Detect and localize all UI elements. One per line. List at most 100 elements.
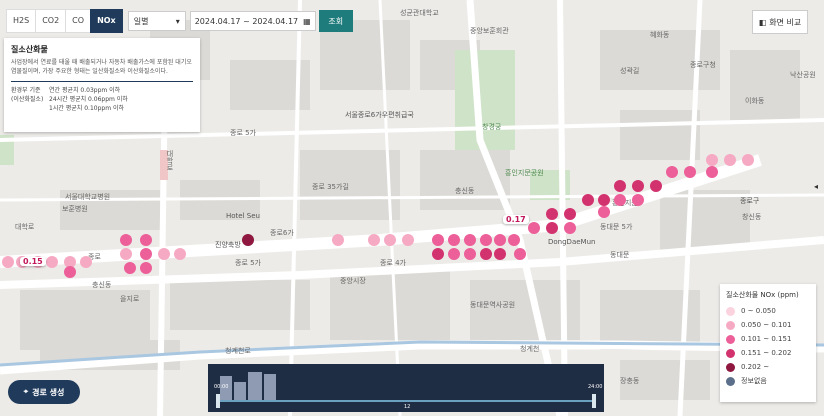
measurement-point[interactable]: [514, 248, 526, 260]
map-label: 청계천: [520, 345, 540, 353]
measurement-point[interactable]: [706, 154, 718, 166]
legend-item: 0.202 ~: [726, 360, 810, 374]
compare-screen-button[interactable]: ◧ 화면 비교: [752, 10, 808, 34]
measurement-point[interactable]: [402, 234, 414, 246]
measurement-point[interactable]: [598, 206, 610, 218]
calendar-icon: ▦: [303, 16, 311, 26]
legend-item: 0.151 ~ 0.202: [726, 346, 810, 360]
measurement-point[interactable]: [546, 208, 558, 220]
period-select[interactable]: 일별 ▾: [127, 11, 186, 31]
measurement-point[interactable]: [64, 266, 76, 278]
legend-label: 0.101 ~ 0.151: [741, 335, 792, 343]
standard-row: 환경부 기준 연간 평균치 0.03ppm 이하: [11, 87, 121, 94]
period-select-value: 일별: [133, 16, 149, 26]
map-label: 성곽길: [620, 67, 640, 75]
route-create-button[interactable]: ⌖ 경로 생성: [8, 380, 80, 404]
legend-label: 0 ~ 0.050: [741, 307, 776, 315]
map-label: 종로6가: [270, 229, 294, 237]
measurement-point[interactable]: [46, 256, 58, 268]
timeline-start: 00:00: [214, 384, 229, 390]
legend-item: 0 ~ 0.050: [726, 304, 810, 318]
measurement-point[interactable]: [174, 248, 186, 260]
measurement-point[interactable]: [546, 222, 558, 234]
measurement-point[interactable]: [332, 234, 344, 246]
timeline-bar: [248, 372, 262, 402]
measurement-point[interactable]: [368, 234, 380, 246]
tab-h2s[interactable]: H2S: [6, 9, 37, 33]
legend-label: 정보없음: [741, 377, 767, 385]
measurement-point[interactable]: [2, 256, 14, 268]
measurement-point[interactable]: [564, 208, 576, 220]
standard-row: (이산화질소) 24시간 평균치 0.06ppm 이하: [11, 96, 128, 103]
measurement-point[interactable]: [666, 166, 678, 178]
measurement-point[interactable]: [742, 154, 754, 166]
timeline-start-handle[interactable]: [216, 394, 220, 408]
map-label: 창경궁: [482, 123, 502, 131]
measurement-point[interactable]: [706, 166, 718, 178]
map-label: 종로 5가: [230, 129, 256, 137]
location-pin-icon: ⌖: [23, 387, 29, 396]
measurement-point[interactable]: [724, 154, 736, 166]
tab-nox[interactable]: NOx: [90, 9, 123, 33]
legend-swatch: [726, 348, 735, 358]
measurement-point[interactable]: [528, 222, 540, 234]
measurement-point[interactable]: [480, 248, 492, 260]
measurement-point[interactable]: [432, 234, 444, 246]
map-label: 종로 4가: [380, 259, 406, 267]
measurement-point[interactable]: [598, 194, 610, 206]
timeline-track[interactable]: [218, 400, 594, 402]
measurement-point[interactable]: [140, 234, 152, 246]
measurement-point[interactable]: [632, 180, 644, 192]
value-label: 0.17: [503, 215, 529, 224]
timeline-end-handle[interactable]: [592, 394, 596, 408]
map-label: 성균관대학교: [400, 9, 439, 17]
toolbar: H2S CO2 CO NOx 일별 ▾ 2024.04.17 ~ 2024.04…: [6, 9, 353, 33]
measurement-point[interactable]: [614, 180, 626, 192]
timeline-slider[interactable]: 00:00 24:00 12: [208, 364, 604, 412]
date-range-value: 2024.04.17 ~ 2024.04.17: [194, 16, 299, 26]
map-label: 창신동: [742, 213, 762, 221]
measurement-point[interactable]: [632, 194, 644, 206]
tab-co[interactable]: CO: [65, 9, 92, 33]
info-panel: 질소산화물 사업장에서 연료를 태울 때 배출되거나 자동차 배출가스에 포함된…: [4, 38, 200, 132]
map-label: 충신동: [455, 187, 475, 195]
map-label: 서울대학교병원: [65, 193, 111, 201]
measurement-point[interactable]: [448, 248, 460, 260]
compare-screen-label: 화면 비교: [769, 17, 802, 27]
map-label: 종로구청: [690, 61, 716, 69]
map-label: 대학로: [166, 150, 174, 171]
legend-label: 0.050 ~ 0.101: [741, 321, 792, 329]
measurement-point[interactable]: [480, 234, 492, 246]
date-range-input[interactable]: 2024.04.17 ~ 2024.04.17 ▦: [189, 11, 316, 31]
measurement-point[interactable]: [140, 248, 152, 260]
split-screen-icon: ◧: [758, 17, 767, 27]
measurement-point[interactable]: [464, 248, 476, 260]
measurement-point[interactable]: [140, 262, 152, 274]
measurement-point[interactable]: [124, 262, 136, 274]
measurement-point[interactable]: [158, 248, 170, 260]
measurement-point[interactable]: [494, 234, 506, 246]
map-label: 중앙시장: [340, 277, 366, 285]
measurement-point[interactable]: [564, 222, 576, 234]
measurement-point[interactable]: [120, 234, 132, 246]
measurement-point[interactable]: [80, 256, 92, 268]
measurement-point[interactable]: [614, 194, 626, 206]
measurement-point[interactable]: [242, 234, 254, 246]
measurement-point[interactable]: [384, 234, 396, 246]
measurement-point[interactable]: [120, 248, 132, 260]
legend-panel: 질소산화물 NOx (ppm) 0 ~ 0.050 0.050 ~ 0.101 0.…: [720, 284, 816, 402]
measurement-point[interactable]: [432, 248, 444, 260]
measurement-point[interactable]: [508, 234, 520, 246]
tab-co2[interactable]: CO2: [35, 9, 67, 33]
map-label: DongDaeMun: [548, 238, 596, 246]
measurement-point[interactable]: [582, 194, 594, 206]
measurement-point[interactable]: [464, 234, 476, 246]
legend-item: 0.050 ~ 0.101: [726, 318, 810, 332]
measurement-point[interactable]: [448, 234, 460, 246]
search-button[interactable]: 조회: [318, 10, 353, 32]
panel-collapse-icon[interactable]: ◂: [814, 182, 818, 191]
measurement-point[interactable]: [650, 180, 662, 192]
measurement-point[interactable]: [494, 248, 506, 260]
measurement-point[interactable]: [684, 166, 696, 178]
standard-row: 1시간 평균치 0.10ppm 이하: [49, 105, 125, 112]
